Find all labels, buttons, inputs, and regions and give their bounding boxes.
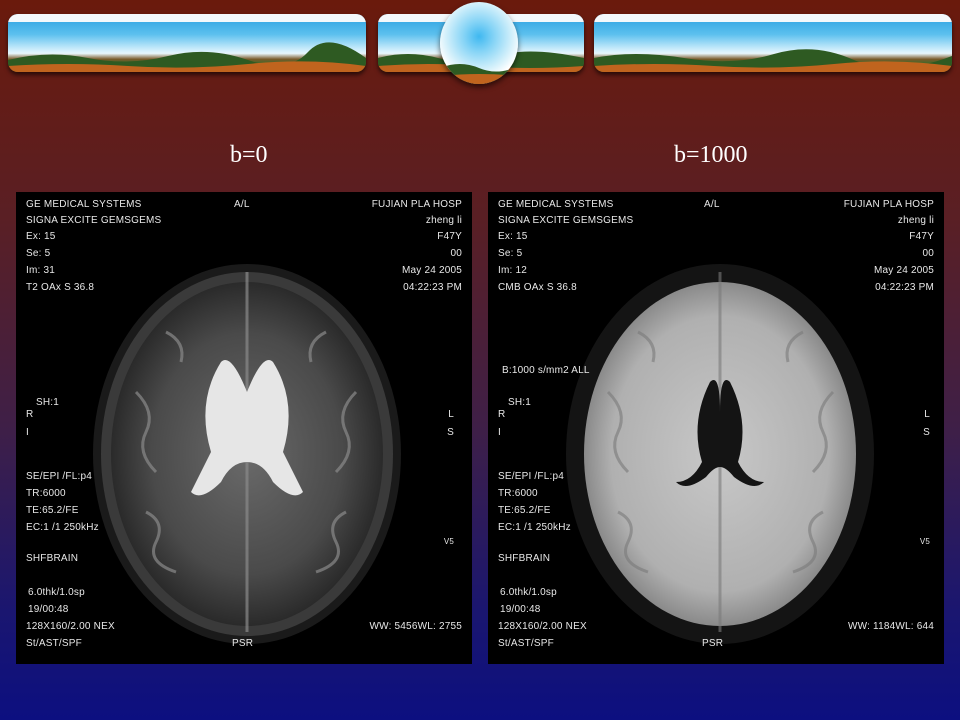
mri-scan-b1000: GE MEDICAL SYSTEMS SIGNA EXCITE GEMSGEMS… xyxy=(488,192,944,664)
right-mr-1: L xyxy=(924,409,930,420)
right-mr-2: S xyxy=(923,427,930,438)
left-tr-6: 04:22:23 PM xyxy=(403,282,462,293)
left-tr-2: zheng li xyxy=(425,215,462,226)
right-tr-4: 00 xyxy=(922,248,934,259)
left-ml-1: SH:1 xyxy=(36,397,60,408)
right-bl-8: 6.0thk/1.0sp xyxy=(500,587,557,598)
left-bottom-center: PSR xyxy=(232,638,254,649)
left-ml-3: I xyxy=(26,427,29,438)
mri-scan-b0: GE MEDICAL SYSTEMS SIGNA EXCITE GEMSGEMS… xyxy=(16,192,472,664)
left-bl-4: EC:1 /1 250kHz xyxy=(26,522,99,533)
right-tl-6: CMB OAx S 36.8 xyxy=(498,282,577,293)
left-bl-2: TR:6000 xyxy=(26,488,66,499)
left-tr-4: 00 xyxy=(450,248,462,259)
left-tl-5: Im: 31 xyxy=(26,265,55,276)
left-tl-2: SIGNA EXCITE GEMSGEMS xyxy=(26,215,162,226)
right-tr-5: May 24 2005 xyxy=(873,265,934,276)
right-tl-4: Se: 5 xyxy=(498,248,523,259)
left-bl-9: 19/00:48 xyxy=(28,604,69,615)
right-bl-1: SE/EPI /FL:p4 xyxy=(498,471,564,482)
left-bl-6: SHFBRAIN xyxy=(26,553,79,564)
left-tr-5: May 24 2005 xyxy=(401,265,462,276)
right-tr-1: FUJIAN PLA HOSP xyxy=(843,199,934,210)
left-tr-1: FUJIAN PLA HOSP xyxy=(371,199,462,210)
right-ml-3: I xyxy=(498,427,501,438)
left-tl-3: Ex: 15 xyxy=(26,231,56,242)
label-b0: b=0 xyxy=(230,142,268,168)
left-top-center: A/L xyxy=(234,199,250,210)
header-banner-left xyxy=(8,14,366,72)
right-bl-11: St/AST/SPF xyxy=(498,638,554,649)
right-tl-1: GE MEDICAL SYSTEMS xyxy=(498,199,614,210)
left-tr-3: F47Y xyxy=(437,231,462,242)
right-bottom-center: PSR xyxy=(702,638,724,649)
right-tr-2: zheng li xyxy=(897,215,934,226)
left-mr-2: S xyxy=(447,427,454,438)
right-ww: WW: 1184WL: 644 xyxy=(848,621,934,632)
right-tr-6: 04:22:23 PM xyxy=(875,282,934,293)
left-bl-8: 6.0thk/1.0sp xyxy=(28,587,85,598)
right-ml-1: SH:1 xyxy=(508,397,532,408)
left-br-small: V5 xyxy=(443,537,454,546)
right-b-value: B:1000 s/mm2 ALL xyxy=(502,365,590,376)
right-tl-2: SIGNA EXCITE GEMSGEMS xyxy=(498,215,634,226)
left-tl-4: Se: 5 xyxy=(26,248,51,259)
globe-logo xyxy=(440,2,518,84)
right-bl-3: TE:65.2/FE xyxy=(498,505,551,516)
left-ww: WW: 5456WL: 2755 xyxy=(369,621,462,632)
right-tl-5: Im: 12 xyxy=(498,265,527,276)
right-bl-4: EC:1 /1 250kHz xyxy=(498,522,571,533)
left-bl-3: TE:65.2/FE xyxy=(26,505,79,516)
left-bl-11: St/AST/SPF xyxy=(26,638,82,649)
right-tr-3: F47Y xyxy=(909,231,934,242)
right-bl-6: SHFBRAIN xyxy=(498,553,551,564)
left-bl-1: SE/EPI /FL:p4 xyxy=(26,471,92,482)
left-tl-6: T2 OAx S 36.8 xyxy=(26,282,95,293)
right-bl-2: TR:6000 xyxy=(498,488,538,499)
right-br-small: V5 xyxy=(919,537,930,546)
right-ml-2: R xyxy=(498,409,506,420)
header-banner-right xyxy=(594,14,952,72)
left-tl-1: GE MEDICAL SYSTEMS xyxy=(26,199,142,210)
right-top-center: A/L xyxy=(704,199,720,210)
right-bl-10: 128X160/2.00 NEX xyxy=(498,621,587,632)
right-tl-3: Ex: 15 xyxy=(498,231,528,242)
right-bl-9: 19/00:48 xyxy=(500,604,541,615)
left-mr-1: L xyxy=(448,409,454,420)
label-b1000: b=1000 xyxy=(674,142,748,168)
left-bl-10: 128X160/2.00 NEX xyxy=(26,621,115,632)
left-ml-2: R xyxy=(26,409,34,420)
